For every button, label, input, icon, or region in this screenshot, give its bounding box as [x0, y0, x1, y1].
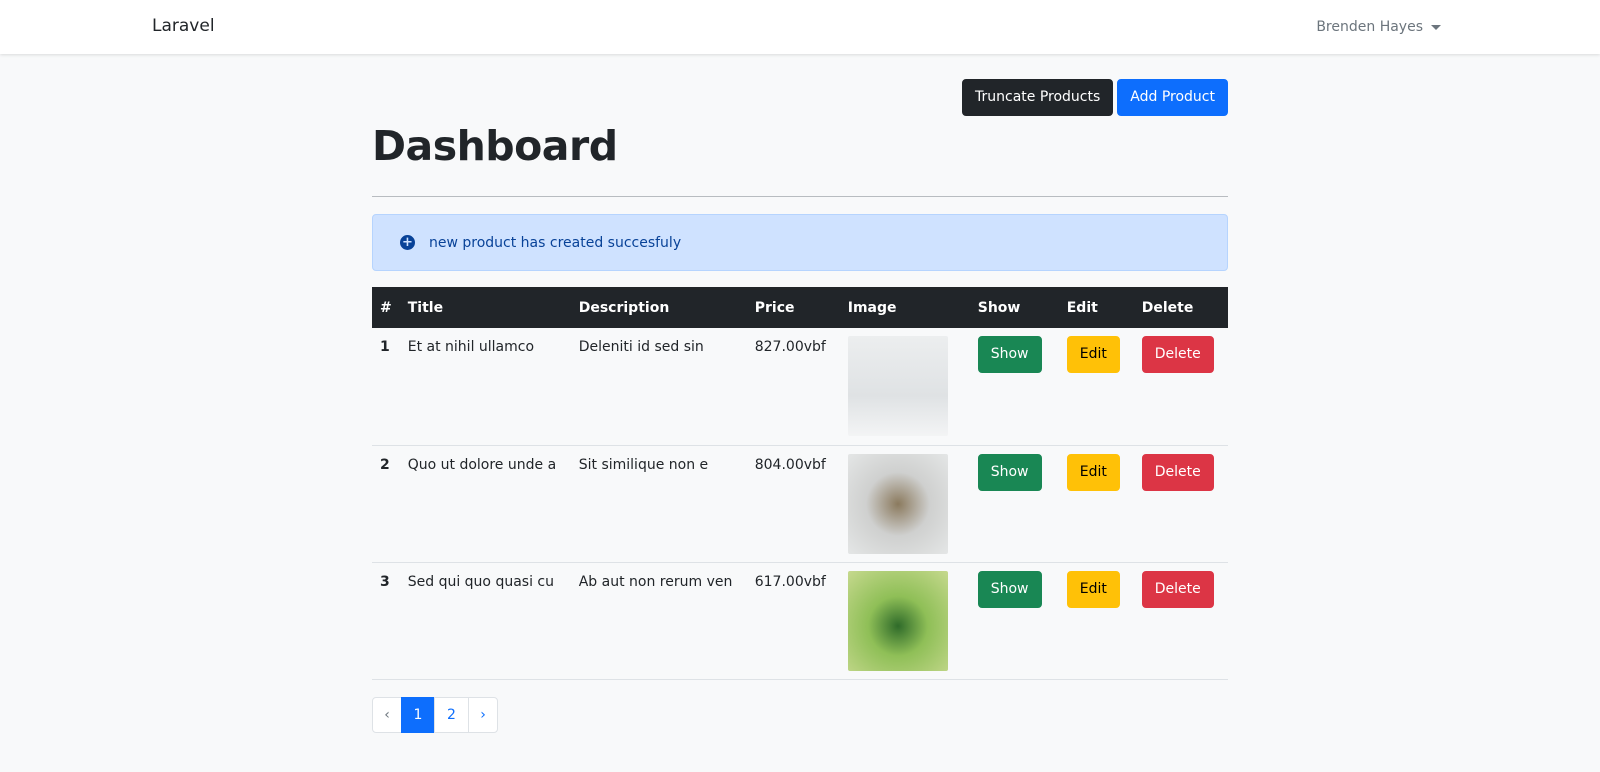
col-header-edit: Edit — [1066, 299, 1098, 316]
col-header-number: # — [380, 299, 392, 316]
page-title: Dashboard — [372, 122, 618, 170]
delete-button[interactable]: Delete — [1141, 336, 1214, 373]
product-price: 804.00vbf — [754, 456, 826, 473]
success-alert: + new product has created succesfuly — [372, 214, 1228, 271]
product-title: Quo ut dolore unde a — [407, 456, 557, 473]
plus-circle-icon: + — [400, 235, 415, 250]
divider — [372, 196, 1228, 197]
add-product-button[interactable]: Add Product — [1117, 79, 1228, 116]
edit-button[interactable]: Edit — [1066, 570, 1120, 608]
product-image — [847, 336, 948, 436]
brand-link[interactable]: Laravel — [152, 16, 215, 36]
truncate-products-button[interactable]: Truncate Products — [962, 79, 1114, 116]
product-description: Deleniti id sed sin — [578, 339, 704, 355]
product-description: Ab aut non rerum ven — [578, 573, 733, 590]
product-image — [847, 570, 948, 671]
show-button[interactable]: Show — [977, 570, 1042, 608]
col-header-delete: Delete — [1141, 299, 1194, 316]
col-header-price: Price — [754, 299, 795, 316]
pagination-page-2[interactable]: 2 — [434, 697, 469, 733]
row-number: 1 — [380, 339, 390, 355]
col-header-image: Image — [847, 299, 897, 316]
pagination: ‹ 1 2 › — [372, 697, 498, 733]
delete-button[interactable]: Delete — [1141, 570, 1214, 608]
top-navbar: Laravel Brenden Hayes — [0, 0, 1600, 54]
table-row: 3 Sed qui quo quasi cu Ab aut non rerum … — [372, 562, 1228, 680]
product-description: Sit similique non e — [578, 456, 709, 473]
user-dropdown[interactable]: Brenden Hayes — [1316, 19, 1441, 35]
table-row: 2 Quo ut dolore unde a Sit similique non… — [372, 445, 1228, 563]
product-image — [847, 453, 948, 554]
products-table: # Title Description Price Image Show Edi… — [372, 287, 1228, 680]
pagination-prev[interactable]: ‹ — [372, 697, 402, 733]
show-button[interactable]: Show — [977, 453, 1042, 491]
pagination-next[interactable]: › — [468, 697, 498, 733]
alert-message: new product has created succesfuly — [429, 234, 682, 251]
product-title: Sed qui quo quasi cu — [407, 573, 554, 590]
product-title: Et at nihil ullamco — [407, 339, 535, 355]
product-price: 827.00vbf — [754, 339, 826, 355]
show-button[interactable]: Show — [977, 336, 1042, 373]
edit-button[interactable]: Edit — [1066, 336, 1120, 373]
edit-button[interactable]: Edit — [1066, 453, 1120, 491]
delete-button[interactable]: Delete — [1141, 453, 1214, 491]
col-header-show: Show — [977, 299, 1021, 316]
table-row: 1 Et at nihil ullamco Deleniti id sed si… — [372, 328, 1228, 446]
product-price: 617.00vbf — [754, 573, 826, 590]
user-name: Brenden Hayes — [1316, 19, 1423, 35]
header-actions: Truncate Products Add Product — [962, 79, 1228, 116]
pagination-page-1[interactable]: 1 — [401, 697, 435, 733]
table-header-row: # Title Description Price Image Show Edi… — [372, 287, 1228, 328]
col-header-title: Title — [407, 299, 444, 316]
row-number: 3 — [380, 573, 390, 590]
col-header-description: Description — [578, 299, 670, 316]
row-number: 2 — [380, 456, 390, 473]
caret-down-icon — [1431, 24, 1441, 30]
